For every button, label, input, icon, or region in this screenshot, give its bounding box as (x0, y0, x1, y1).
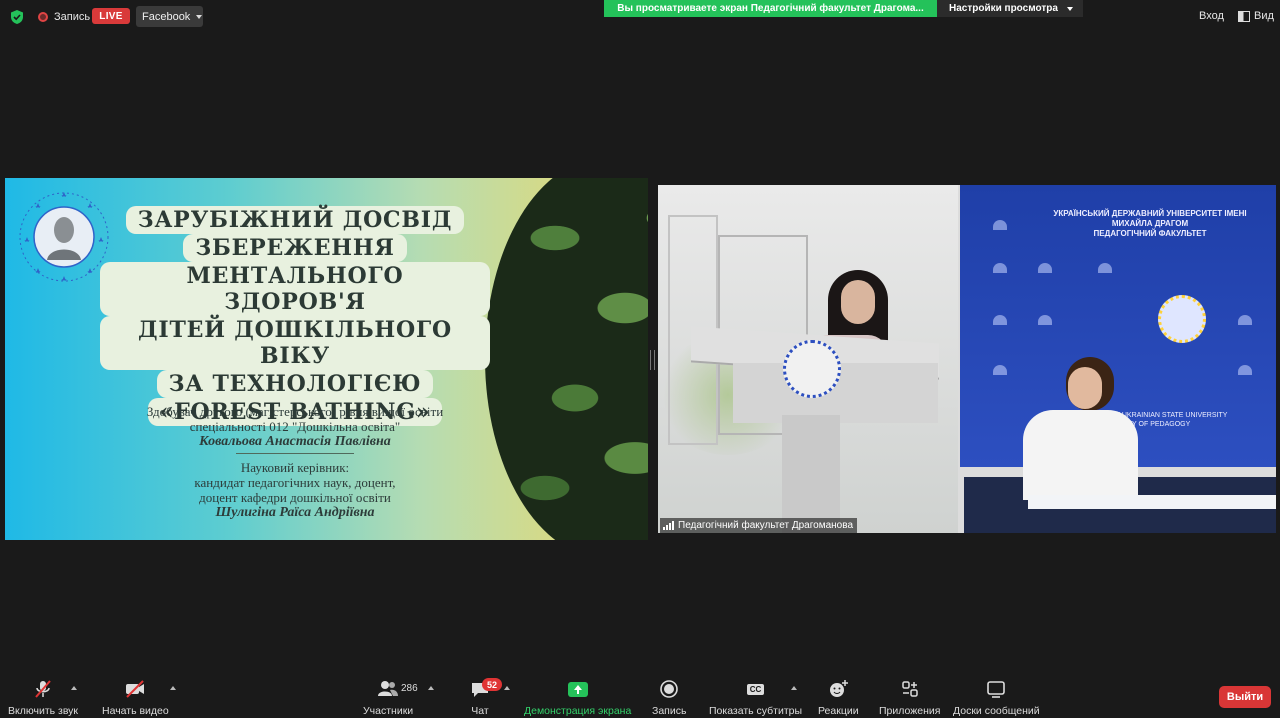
podium-column (782, 415, 840, 533)
banner-title: УКРАЇНСЬКИЙ ДЕРЖАВНИЙ УНІВЕРСИТЕТ ІМЕНІ … (1040, 209, 1260, 239)
top-bar: Запись LIVE Facebook Вы просматриваете э… (0, 0, 1280, 34)
banner-mini-logo (993, 365, 1007, 375)
supervisor-position-line: доцент кафедри дошкільної освіти (199, 490, 391, 505)
forest-leaves-image (485, 178, 648, 540)
participant-name: Педагогічний факультет Драгоманова (678, 520, 854, 531)
banner-mini-logo (1038, 263, 1052, 273)
live-badge[interactable]: LIVE (92, 8, 130, 24)
participants-icon (378, 681, 399, 696)
participants-label: Участники (363, 705, 414, 717)
banner-university-logo (1158, 295, 1206, 343)
share-screen-button[interactable]: Демонстрация экрана (524, 678, 631, 717)
slide-title-line: ДІТЕЙ ДОШКІЛЬНОГО ВІКУ (100, 316, 490, 370)
shield-icon[interactable] (9, 9, 25, 25)
start-video-label: Начать видео (102, 705, 169, 717)
apps-button[interactable]: Приложения (879, 678, 940, 717)
attendee-face (1068, 367, 1102, 409)
reactions-icon (830, 680, 849, 697)
whiteboards-button[interactable]: Доски сообщений (953, 678, 1040, 717)
login-label: Вход (1199, 10, 1224, 22)
attendee-body (1023, 410, 1138, 500)
record-label: Запись (652, 705, 687, 717)
banner-mini-logo (1238, 315, 1252, 325)
chat-options-chevron-icon[interactable] (504, 686, 510, 690)
divider-line (236, 453, 354, 454)
unmute-label: Включить звук (8, 705, 79, 717)
banner-mini-logo (1238, 365, 1252, 375)
participant-video-tile[interactable]: УКРАЇНСЬКИЙ ДЕРЖАВНИЙ УНІВЕРСИТЕТ ІМЕНІ … (658, 185, 1276, 533)
start-video-button[interactable]: Начать видео (102, 678, 169, 717)
banner-title-line: ПЕДАГОГІЧНИЙ ФАКУЛЬТЕТ (1093, 229, 1207, 238)
login-button[interactable]: Вход (1199, 10, 1224, 22)
slide-title-line: МЕНТАЛЬНОГО ЗДОРОВ'Я (100, 262, 490, 316)
banner-mini-logo (1038, 315, 1052, 325)
record-icon (660, 680, 679, 698)
chevron-down-icon (1067, 6, 1073, 11)
leave-meeting-button[interactable]: Выйти (1219, 686, 1271, 708)
meeting-toolbar (0, 672, 1280, 718)
slide-title-line: ЗА ТЕХНОЛОГІЄЮ (156, 370, 434, 398)
banner-mini-logo (993, 263, 1007, 273)
supervisor-heading: Науковий керівник: (240, 460, 350, 475)
stream-target-dropdown[interactable]: Facebook (136, 6, 203, 27)
closed-captions-icon-text: CC (746, 683, 765, 695)
closed-captions-icon: CC (745, 678, 767, 700)
record-dot-icon (38, 12, 48, 22)
view-settings-label: Настройки просмотра (949, 3, 1058, 14)
apps-label: Приложения (879, 705, 941, 717)
banner-mini-logo (993, 220, 1007, 230)
split-view-resize-handle[interactable] (650, 350, 655, 370)
participant-name-label: Педагогічний факультет Драгоманова (660, 518, 858, 533)
slide-credits: Здобувач другого (магістерського) рівня … (100, 404, 490, 520)
video-camera-off-icon (126, 680, 145, 698)
slide-title-line: ЗАРУБІЖНИЙ ДОСВІД (125, 206, 465, 234)
student-specialty-line: спеціальності 012 "Дошкільна освіта" (189, 419, 401, 434)
chat-label: Чат (471, 705, 489, 717)
record-button[interactable]: Запись (652, 678, 686, 717)
share-screen-icon (567, 678, 589, 700)
view-label: Вид (1254, 10, 1274, 22)
whiteboard-icon (987, 681, 1006, 698)
view-settings-dropdown[interactable]: Настройки просмотра (937, 0, 1083, 17)
show-subtitles-label: Показать субтитры (709, 705, 803, 717)
banner-mini-logo (1098, 263, 1112, 273)
participants-options-chevron-icon[interactable] (428, 686, 434, 690)
recording-indicator[interactable]: Запись (38, 9, 90, 25)
recording-label: Запись (54, 11, 91, 23)
banner-mini-logo (993, 315, 1007, 325)
signal-strength-icon (663, 521, 674, 530)
supervisor-title-line: кандидат педагогічних наук, доцент, (194, 475, 396, 490)
university-emblem-logo (19, 192, 109, 282)
podium-logo (783, 340, 841, 398)
screen-share-banner: Вы просматриваете экран Педагогічний фак… (604, 0, 937, 17)
student-degree-line: Здобувач другого (магістерського) рівня … (146, 404, 444, 419)
unmute-button[interactable]: Включить звук (8, 678, 78, 717)
banner-title-line: УКРАЇНСЬКИЙ ДЕРЖАВНИЙ УНІВЕРСИТЕТ ІМЕНІ … (1053, 209, 1247, 228)
slide-title-line: ЗБЕРЕЖЕННЯ (183, 234, 407, 262)
shared-screen-slide: ЗАРУБІЖНИЙ ДОСВІД ЗБЕРЕЖЕННЯ МЕНТАЛЬНОГО… (5, 178, 648, 540)
audio-options-chevron-icon[interactable] (71, 686, 77, 690)
subtitles-options-chevron-icon[interactable] (791, 686, 797, 690)
video-options-chevron-icon[interactable] (170, 686, 176, 690)
chat-unread-badge: 52 (482, 678, 502, 691)
reactions-button[interactable]: Реакции (818, 678, 859, 717)
speaker-face (841, 280, 875, 324)
share-screen-label: Демонстрация экрана (524, 705, 632, 717)
chevron-down-icon (196, 14, 203, 19)
student-name: Ковальова Анастасія Павлівна (199, 434, 391, 449)
presidium-table (1028, 495, 1276, 509)
participants-count: 286 (401, 683, 418, 694)
show-subtitles-button[interactable]: CC Показать субтитры (709, 678, 802, 717)
stream-target-label: Facebook (142, 10, 191, 23)
whiteboards-label: Доски сообщений (953, 705, 1040, 717)
supervisor-name: Шулигіна Раїса Андріївна (215, 505, 375, 520)
slide-title: ЗАРУБІЖНИЙ ДОСВІД ЗБЕРЕЖЕННЯ МЕНТАЛЬНОГО… (100, 206, 490, 426)
apps-icon (901, 681, 918, 697)
view-button[interactable]: Вид (1238, 10, 1274, 22)
microphone-muted-icon (35, 680, 51, 698)
view-layout-icon (1238, 10, 1250, 22)
reactions-label: Реакции (818, 705, 859, 717)
